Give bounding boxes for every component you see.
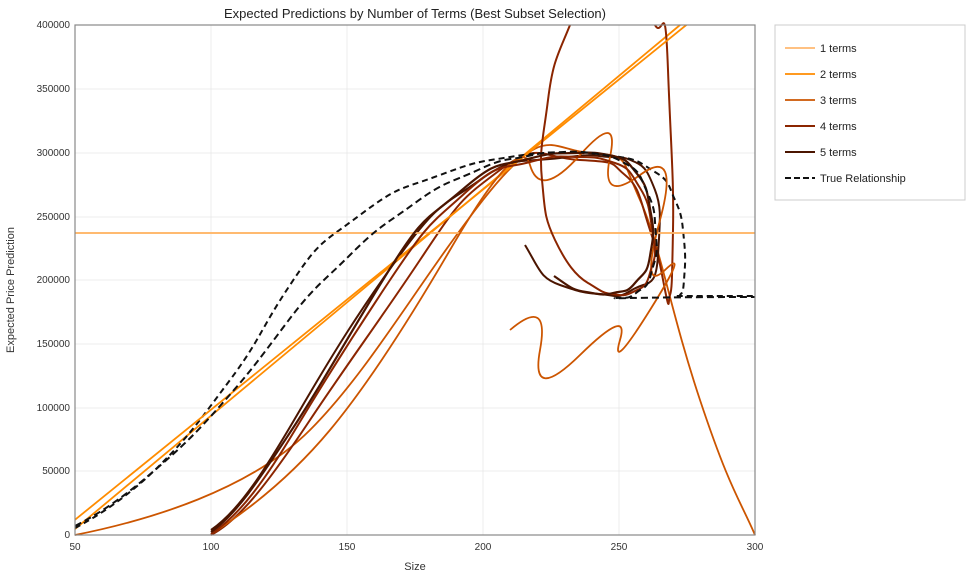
legend-label-4-terms: 4 terms [820,121,857,133]
legend-label-1-terms: 1 terms [820,43,857,55]
y-tick-0: 0 [64,530,70,541]
x-tick-200: 200 [475,542,492,553]
legend-label-true: True Relationship [820,173,906,185]
y-tick-50k: 50000 [42,466,70,477]
x-tick-50: 50 [69,542,81,553]
x-axis-label: Size [404,561,425,573]
y-tick-100k: 100000 [37,403,71,414]
x-tick-150: 150 [339,542,356,553]
legend-label-2-terms: 2 terms [820,69,857,81]
x-tick-100: 100 [203,542,220,553]
y-tick-250k: 250000 [37,212,71,223]
y-tick-350k: 350000 [37,84,71,95]
y-tick-150k: 150000 [37,339,71,350]
chart-title: Expected Predictions by Number of Terms … [224,6,606,21]
y-axis-label: Expected Price Prediction [5,227,17,353]
y-tick-300k: 300000 [37,148,71,159]
x-tick-250: 250 [611,542,628,553]
x-tick-300: 300 [747,542,764,553]
y-tick-200k: 200000 [37,275,71,286]
legend-label-5-terms: 5 terms [820,147,857,159]
chart-container: Expected Predictions by Number of Terms … [0,0,977,584]
y-tick-400k: 400000 [37,20,71,31]
legend-label-3-terms: 3 terms [820,95,857,107]
